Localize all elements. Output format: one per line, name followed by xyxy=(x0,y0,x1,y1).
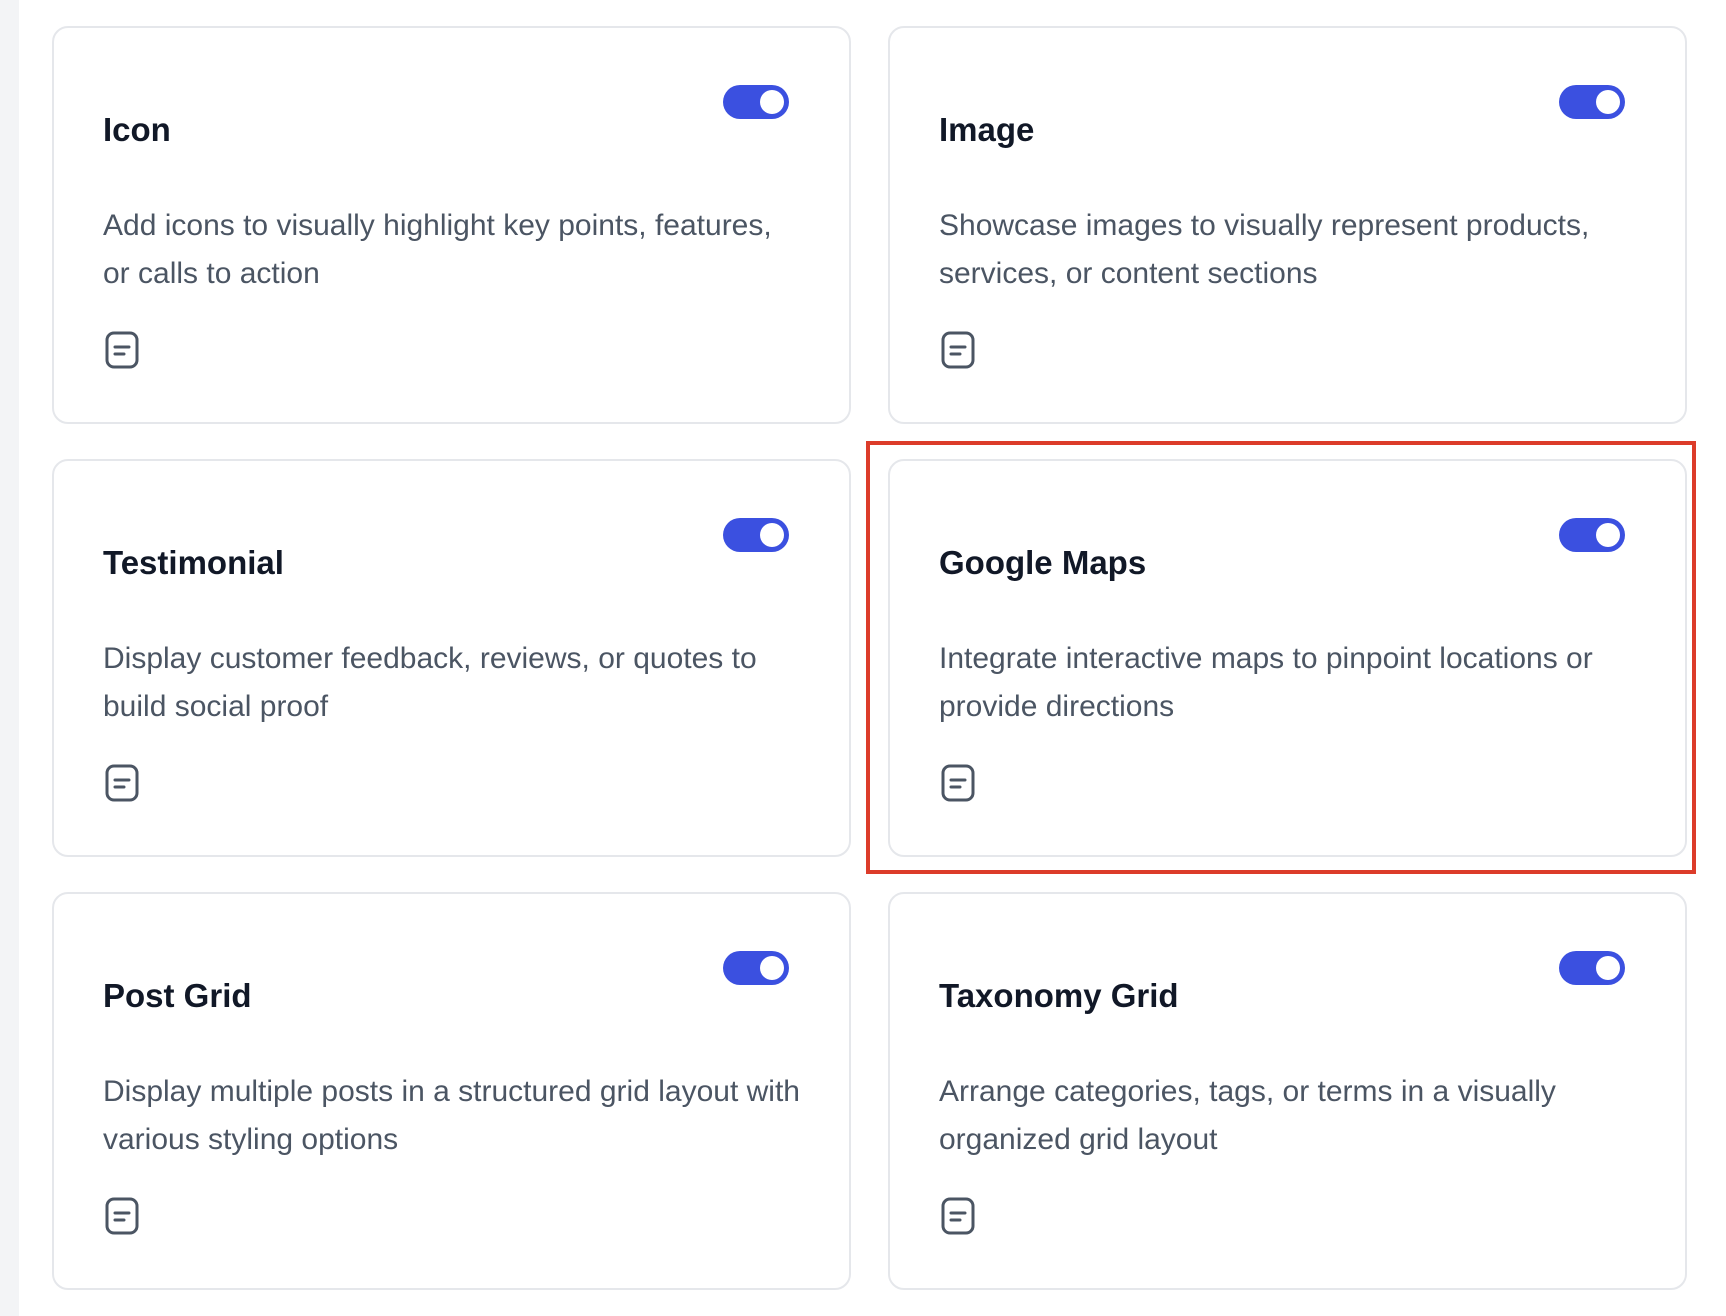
document-icon[interactable] xyxy=(105,1197,139,1235)
widget-toggle[interactable] xyxy=(1559,951,1625,985)
widget-title: Taxonomy Grid xyxy=(939,977,1179,1014)
document-icon[interactable] xyxy=(941,764,975,802)
widget-title: Image xyxy=(939,111,1035,148)
widget-description: Add icons to visually highlight key poin… xyxy=(103,209,772,290)
document-icon[interactable] xyxy=(941,331,975,369)
widget-title: Testimonial xyxy=(103,544,284,581)
toggle-knob xyxy=(760,523,784,547)
widget-card-image: Image Showcase images to visually repres… xyxy=(888,26,1687,424)
widget-title: Post Grid xyxy=(103,977,252,1014)
document-icon[interactable] xyxy=(105,764,139,802)
widget-description: Display multiple posts in a structured g… xyxy=(103,1075,800,1156)
widget-card-testimonial: Testimonial Display customer feedback, r… xyxy=(52,459,851,857)
widget-description: Arrange categories, tags, or terms in a … xyxy=(939,1075,1556,1156)
toggle-knob xyxy=(1596,956,1620,980)
toggle-knob xyxy=(760,956,784,980)
widget-card-post-grid: Post Grid Display multiple posts in a st… xyxy=(52,892,851,1290)
widget-toggle[interactable] xyxy=(723,85,789,119)
widget-toggle[interactable] xyxy=(723,518,789,552)
widget-card-icon: Icon Add icons to visually highlight key… xyxy=(52,26,851,424)
widget-title: Google Maps xyxy=(939,544,1147,581)
document-icon[interactable] xyxy=(105,331,139,369)
widget-description: Showcase images to visually represent pr… xyxy=(939,209,1590,290)
widget-description: Integrate interactive maps to pinpoint l… xyxy=(939,642,1593,723)
widget-description: Display customer feedback, reviews, or q… xyxy=(103,642,757,723)
document-icon[interactable] xyxy=(941,1197,975,1235)
widget-title: Icon xyxy=(103,111,171,148)
toggle-knob xyxy=(1596,523,1620,547)
sidebar-edge xyxy=(0,0,19,1316)
widget-card-taxonomy-grid: Taxonomy Grid Arrange categories, tags, … xyxy=(888,892,1687,1290)
widget-toggle[interactable] xyxy=(1559,85,1625,119)
widget-card-google-maps: Google Maps Integrate interactive maps t… xyxy=(888,459,1687,857)
widget-toggle[interactable] xyxy=(723,951,789,985)
widget-toggle[interactable] xyxy=(1559,518,1625,552)
toggle-knob xyxy=(1596,90,1620,114)
toggle-knob xyxy=(760,90,784,114)
